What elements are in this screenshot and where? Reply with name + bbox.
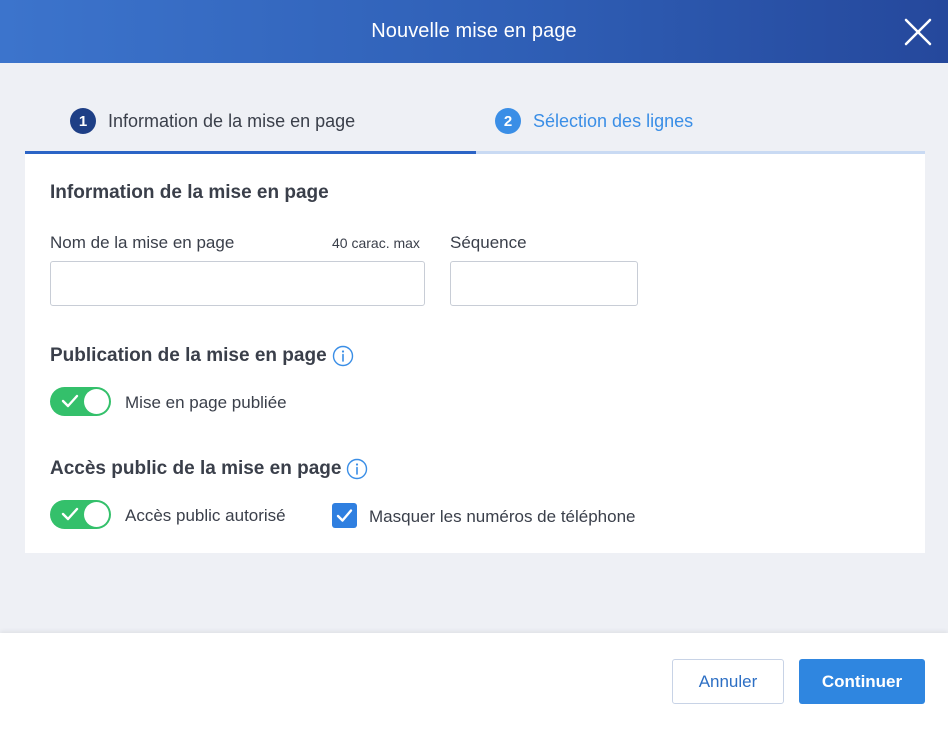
step-label-selection: Sélection des lignes xyxy=(533,110,694,131)
check-icon xyxy=(61,394,79,408)
step-number-2: 2 xyxy=(495,108,521,134)
check-icon xyxy=(61,507,79,521)
stepper: 1 Information de la mise en page 2 Sélec… xyxy=(25,100,925,155)
dialog-footer: Annuler Continuer xyxy=(0,633,948,730)
published-toggle-label: Mise en page publiée xyxy=(125,393,287,412)
toggle-knob xyxy=(84,502,109,527)
public-access-toggle[interactable] xyxy=(50,500,111,529)
info-icon[interactable] xyxy=(346,458,368,480)
sequence-input[interactable] xyxy=(450,261,638,306)
sequence-field-label: Séquence xyxy=(450,233,527,252)
close-icon[interactable] xyxy=(904,18,932,46)
checkmark-icon xyxy=(336,509,353,522)
step-label-information: Information de la mise en page xyxy=(108,110,356,131)
hide-phone-checkbox[interactable] xyxy=(332,503,357,528)
dialog-header: Nouvelle mise en page xyxy=(0,0,948,63)
step-selection-lignes[interactable]: 2 Sélection des lignes xyxy=(495,100,693,142)
dialog-title: Nouvelle mise en page xyxy=(371,20,577,42)
name-field-label: Nom de la mise en page xyxy=(50,233,235,252)
toggle-knob xyxy=(84,389,109,414)
published-toggle[interactable] xyxy=(50,387,111,416)
name-field-hint: 40 carac. max xyxy=(332,235,420,251)
hide-phone-label: Masquer les numéros de téléphone xyxy=(369,507,636,526)
info-icon[interactable] xyxy=(332,345,354,367)
form-card: Information de la mise en page Nom de la… xyxy=(25,154,925,553)
step-number-1: 1 xyxy=(70,108,96,134)
continue-button[interactable]: Continuer xyxy=(799,659,925,704)
section-info-title: Information de la mise en page xyxy=(50,182,329,203)
section-access-title: Accès public de la mise en page xyxy=(50,458,342,479)
step-information[interactable]: 1 Information de la mise en page xyxy=(70,100,355,142)
name-input[interactable] xyxy=(50,261,425,306)
cancel-button[interactable]: Annuler xyxy=(672,659,784,704)
section-publication-title: Publication de la mise en page xyxy=(50,345,327,366)
public-access-toggle-label: Accès public autorisé xyxy=(125,506,286,525)
